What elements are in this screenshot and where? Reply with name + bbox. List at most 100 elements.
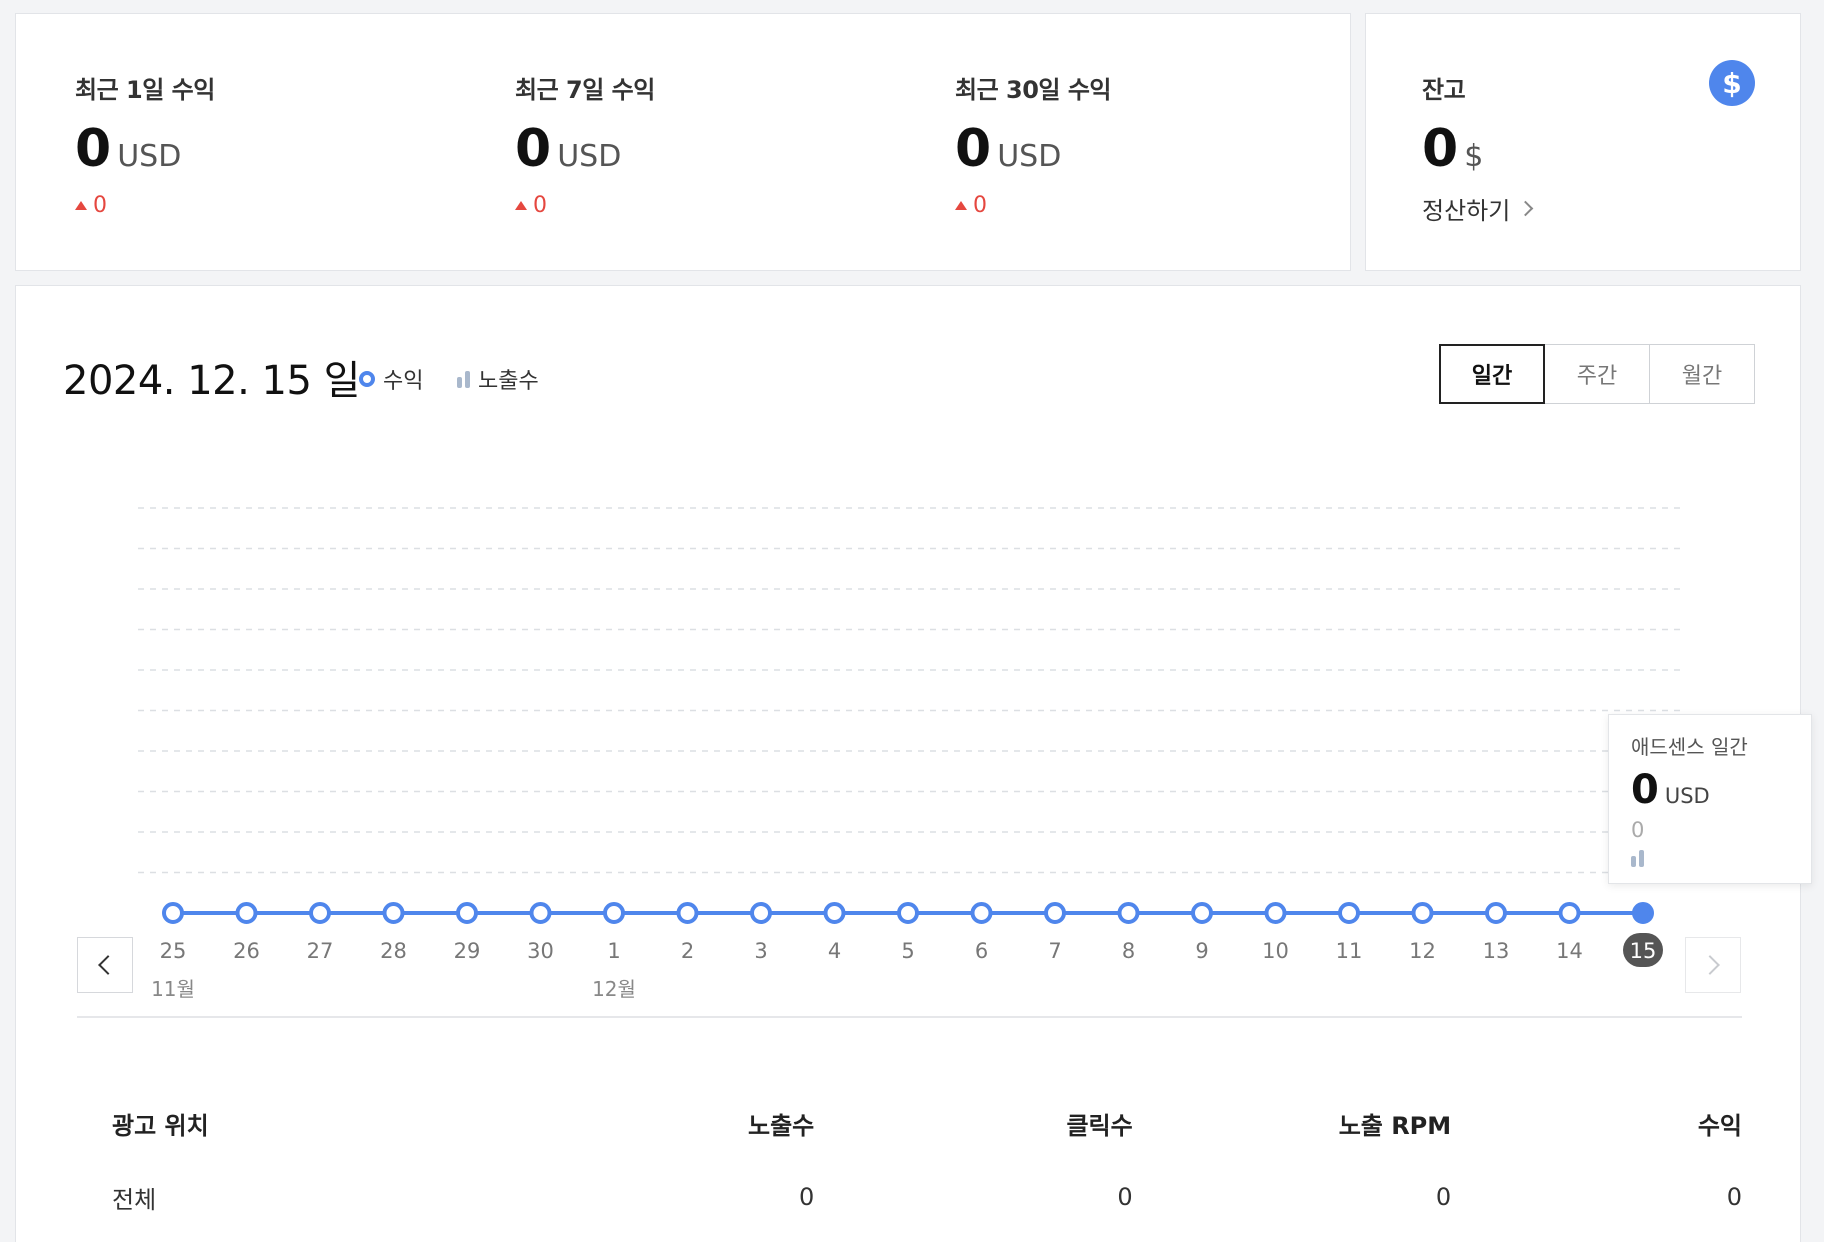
ad-placement-table: 광고 위치 노출수 클릭수 노출 RPM 수익 전체 0 0 0 0	[77, 1086, 1742, 1234]
header-cell: 광고 위치	[112, 1111, 209, 1140]
settle-link[interactable]: 정산하기	[1422, 191, 1534, 226]
stat-value: 0	[75, 119, 112, 179]
table-header-row: 광고 위치 노출수 클릭수 노출 RPM 수익	[77, 1086, 1742, 1160]
x-tick-label: 11	[1336, 939, 1363, 963]
stat-unit: USD	[557, 139, 622, 174]
table-cell: 0	[798, 1183, 815, 1211]
data-point	[1044, 902, 1066, 924]
tab-daily[interactable]: 일간	[1439, 344, 1545, 404]
stat-30day: 최근 30일 수익 0 USD 0	[955, 70, 1355, 218]
header-cell[interactable]: 노출수	[466, 1106, 814, 1141]
stat-label: 최근 7일 수익	[515, 76, 655, 104]
arrow-up-icon	[515, 201, 527, 210]
balance-unit: $	[1464, 139, 1484, 174]
x-tick-label: 26	[233, 939, 260, 963]
stat-change: 0	[515, 193, 915, 218]
data-point	[1485, 902, 1507, 924]
x-tick-label: 30	[527, 939, 554, 963]
chart-card: 2024. 12. 15 일 수익 노출수 일간 주간 월간 25 26 27 28 2…	[15, 285, 1812, 1242]
header-cell[interactable]: 노출 RPM	[1133, 1106, 1451, 1141]
x-tick-label: 2	[681, 939, 694, 963]
x-tick-label: 6	[975, 939, 988, 963]
data-point	[1264, 902, 1287, 924]
stat-7day: 최근 7일 수익 0 USD 0	[515, 70, 915, 218]
data-point	[456, 902, 478, 924]
x-tick-label: 7	[1048, 939, 1061, 963]
data-point	[529, 902, 552, 924]
chevron-left-icon	[98, 955, 118, 975]
stat-unit: USD	[997, 139, 1062, 174]
stat-change-value: 0	[973, 193, 987, 218]
arrow-up-icon	[955, 201, 967, 210]
chevron-right-icon	[1518, 200, 1534, 217]
x-tick-label: 12	[1409, 939, 1436, 963]
header-cell[interactable]: 클릭수	[814, 1106, 1132, 1141]
data-point	[750, 902, 772, 924]
month-label: 11월	[151, 977, 195, 1001]
x-tick-label: 15	[1630, 939, 1657, 963]
data-point	[235, 902, 258, 924]
divider	[77, 1016, 1742, 1018]
table-cell: 0	[1117, 1183, 1133, 1211]
data-point	[1411, 902, 1434, 924]
x-tick-label: 14	[1556, 939, 1583, 963]
stat-change-value: 0	[93, 193, 107, 218]
stat-label: 최근 30일 수익	[955, 76, 1112, 104]
x-tick-label: 25	[160, 939, 187, 963]
data-point	[162, 902, 184, 924]
x-tick-label: 8	[1122, 939, 1135, 963]
x-tick-label: 28	[380, 939, 407, 963]
table-cell: 전체	[112, 1185, 157, 1214]
x-tick-label: 4	[828, 939, 841, 963]
dollar-icon: $	[1709, 60, 1755, 106]
data-point	[1117, 902, 1140, 924]
tooltip-title: 애드센스 일간	[1631, 735, 1748, 759]
data-point	[1558, 902, 1581, 924]
stat-value: 0	[955, 119, 992, 179]
tooltip-impressions: 0	[1631, 818, 1645, 842]
data-point	[897, 902, 919, 924]
stat-unit: USD	[117, 139, 182, 174]
data-point	[676, 902, 699, 924]
x-tick-label: 3	[754, 939, 767, 963]
chart-tooltip: 애드센스 일간 0 USD 0	[1608, 714, 1812, 884]
arrow-up-icon	[75, 201, 87, 210]
revenue-summary-card: 최근 1일 수익 0 USD 0 최근 7일 수익 0 USD 0 최근 30일…	[15, 13, 1351, 271]
balance-label: 잔고	[1422, 76, 1466, 104]
x-tick-label: 10	[1262, 939, 1289, 963]
x-tick-label: 1	[607, 939, 620, 963]
prev-period-button[interactable]	[77, 937, 133, 993]
data-point	[382, 902, 405, 924]
stat-label: 최근 1일 수익	[75, 76, 215, 104]
balance-value: 0	[1422, 119, 1459, 179]
x-tick-label: 9	[1195, 939, 1208, 963]
x-tick-label: 27	[307, 939, 334, 963]
balance-card: 잔고 0 $ $ 정산하기	[1365, 13, 1801, 271]
data-point	[1191, 902, 1213, 924]
data-point	[309, 902, 331, 924]
settle-label: 정산하기	[1422, 197, 1511, 225]
stat-value: 0	[515, 119, 552, 179]
table-cell: 0	[1726, 1183, 1742, 1211]
data-point	[1632, 902, 1654, 924]
x-tick-label: 5	[901, 939, 914, 963]
stat-change-value: 0	[533, 193, 547, 218]
bar-marker-icon	[1631, 850, 1789, 867]
data-point	[1338, 902, 1360, 924]
stat-1day: 최근 1일 수익 0 USD 0	[75, 70, 475, 218]
balance-stat: 잔고 0 $	[1422, 70, 1822, 175]
month-label: 12월	[592, 977, 636, 1001]
x-tick-label: 13	[1483, 939, 1510, 963]
next-period-button[interactable]	[1685, 937, 1741, 993]
header-cell[interactable]: 수익	[1451, 1106, 1742, 1141]
data-point	[603, 902, 625, 924]
stat-change: 0	[955, 193, 1355, 218]
x-tick-label: 29	[454, 939, 481, 963]
data-point	[970, 902, 993, 924]
data-point	[823, 902, 846, 924]
table-cell: 0	[1435, 1183, 1452, 1211]
table-row: 전체 0 0 0 0	[77, 1160, 1742, 1234]
tooltip-value: 0	[1631, 767, 1659, 813]
chevron-right-icon	[1700, 955, 1720, 975]
stat-change: 0	[75, 193, 475, 218]
